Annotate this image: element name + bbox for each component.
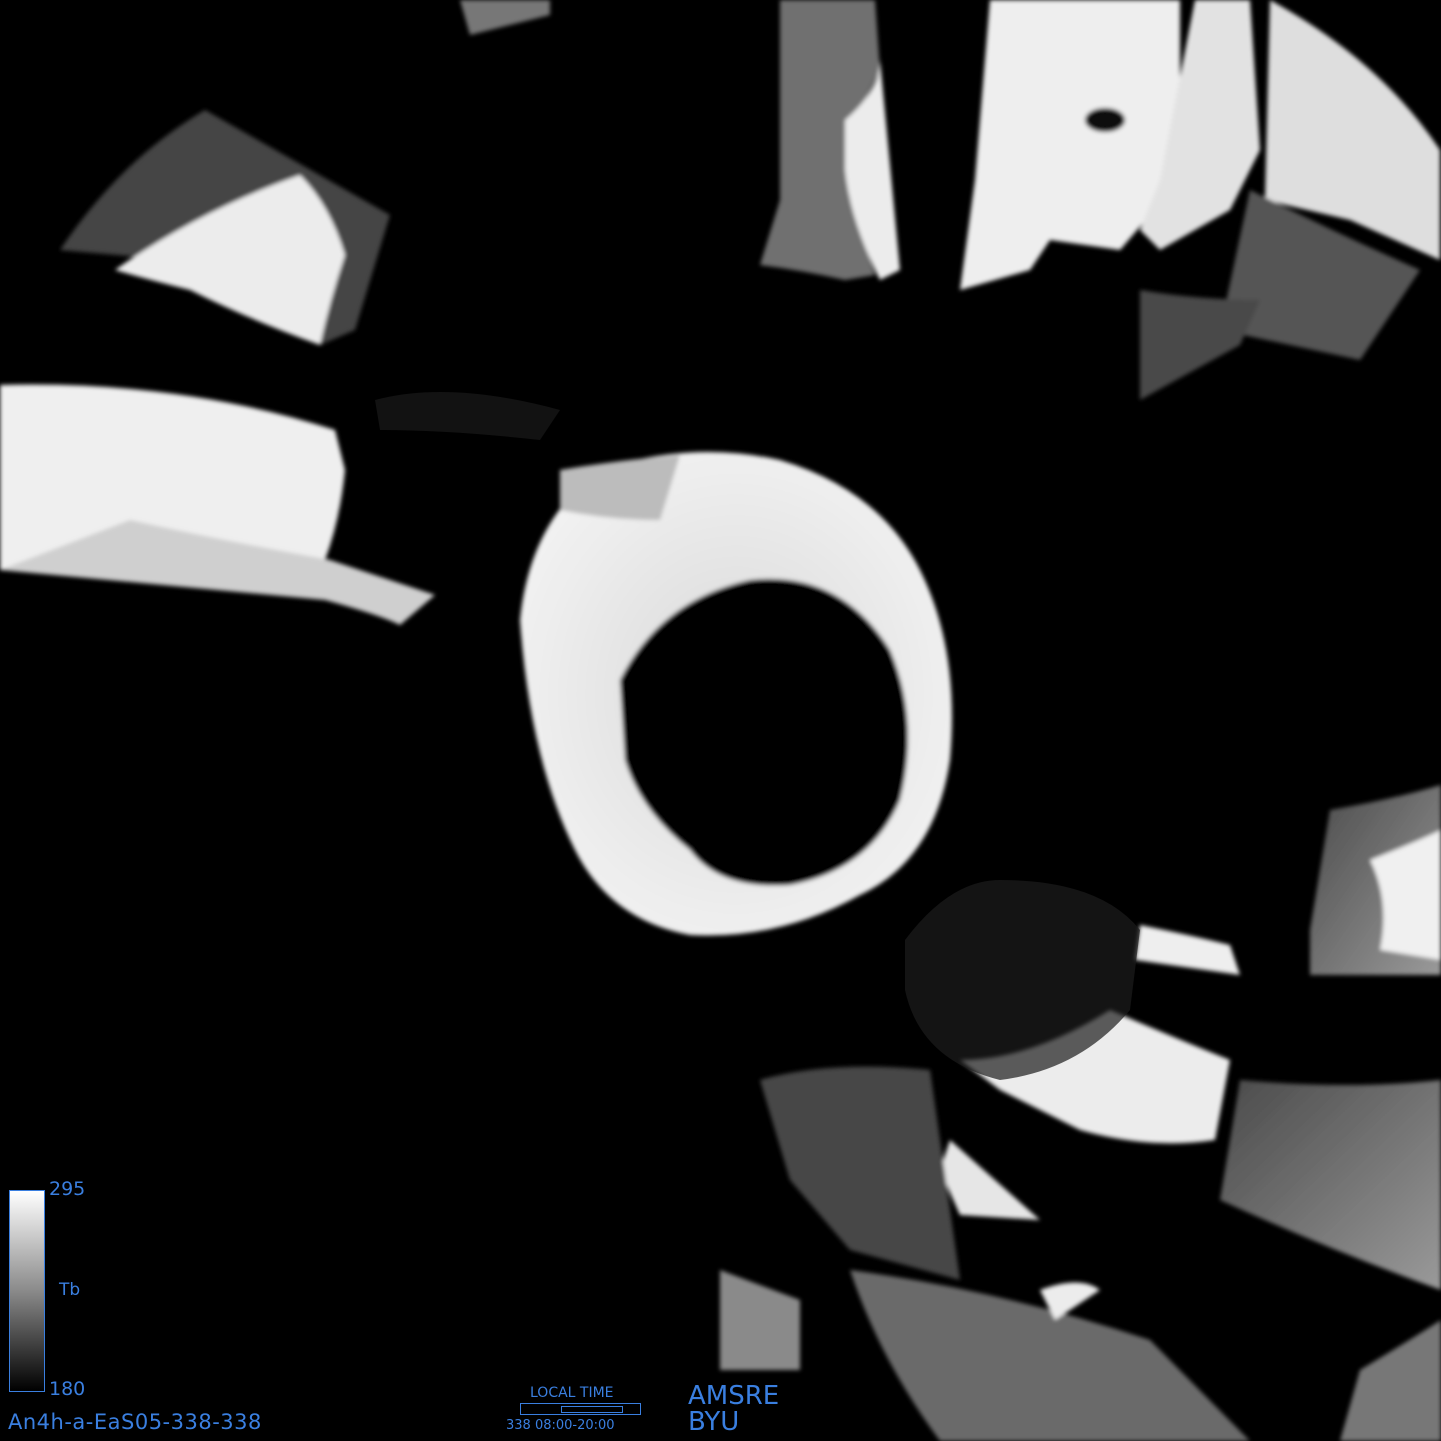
local-time-range: 338 08:00-20:00 xyxy=(506,1418,615,1433)
scale-min-label: 180 xyxy=(49,1378,86,1400)
local-time-title: LOCAL TIME xyxy=(530,1385,614,1401)
antarctica-ring xyxy=(520,452,952,936)
organization-label: BYU xyxy=(688,1407,740,1437)
scale-variable-label: Tb xyxy=(59,1280,81,1300)
scale-max-label: 295 xyxy=(49,1178,86,1200)
product-id: An4h-a-EaS05-338-338 xyxy=(8,1410,262,1434)
local-time-window xyxy=(561,1406,623,1413)
color-scale-bar xyxy=(9,1190,45,1392)
satellite-mosaic xyxy=(0,0,1441,1441)
local-time-bar xyxy=(520,1403,641,1415)
